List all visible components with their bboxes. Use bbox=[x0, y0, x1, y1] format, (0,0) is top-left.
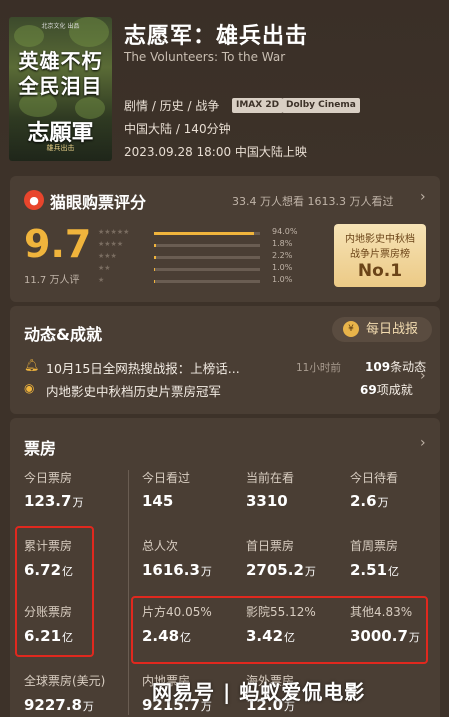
first-day-value: 2705.2万 bbox=[246, 561, 316, 579]
rating-bar-fill bbox=[154, 244, 156, 247]
medal-icon: ◉ bbox=[24, 381, 35, 395]
first-day-label: 首日票房 bbox=[246, 539, 295, 553]
boxoffice-title: 票房 bbox=[24, 439, 57, 458]
badge-line-1: 内地影史中秋档 bbox=[345, 234, 415, 245]
rating-stats: 33.4 万人想看 1613.3 万人看过 bbox=[232, 195, 394, 208]
news-item-text: 10月15日全网热搜战报：上榜话... bbox=[46, 361, 240, 376]
today-watched-label: 今日看过 bbox=[142, 471, 191, 485]
rating-percent: 94.0% bbox=[272, 227, 298, 236]
movie-title: 志愿军：雄兵出击 bbox=[124, 24, 309, 49]
poster-subtitle: 雄兵出击 bbox=[46, 144, 75, 152]
rating-bar-fill bbox=[154, 232, 254, 235]
rating-bar-fill bbox=[154, 256, 157, 259]
column-divider bbox=[128, 470, 129, 715]
star-icon: ★ bbox=[98, 276, 105, 284]
star-icon: ★★★★★ bbox=[98, 228, 130, 236]
news-item[interactable]: ◉ 内地影史中秋档历史片票房冠军 bbox=[24, 381, 344, 399]
rating-percent: 2.2% bbox=[272, 251, 293, 260]
chevron-right-icon[interactable]: › bbox=[420, 189, 426, 205]
rating-percent: 1.0% bbox=[272, 263, 293, 272]
movie-english-title: The Volunteers: To the War bbox=[124, 50, 286, 64]
dolby-tag: Dolby Cinema bbox=[282, 98, 360, 113]
rating-row-4: ★★★★ 1.8% bbox=[98, 239, 298, 251]
maoyan-cat-icon: ● bbox=[24, 190, 44, 210]
news-item-time: 11小时前 bbox=[296, 362, 341, 374]
news-card: 动态&成就 ¥ 每日战报 🔔︎ 10月15日全网热搜战报：上榜话... 11小时… bbox=[10, 306, 440, 414]
watermark: 网易号 | 蚂蚁爱侃电影 bbox=[152, 680, 366, 704]
imax-tag: IMAX 2D bbox=[232, 98, 284, 113]
today-boxoffice-value: 123.7万 bbox=[24, 492, 84, 510]
first-week-label: 首周票房 bbox=[350, 539, 399, 553]
star-icon: ★★★ bbox=[98, 252, 117, 260]
daily-report-label: 每日战报 bbox=[366, 322, 419, 337]
movie-poster[interactable]: 北京文化 出品 英雄不朽 全民泪目 志願軍 雄兵出击 bbox=[9, 17, 112, 161]
rating-row-1: ★ 1.0% bbox=[98, 275, 298, 287]
badge-rank: No.1 bbox=[357, 261, 403, 281]
rating-row-5: ★★★★★ 94.0% bbox=[98, 227, 298, 239]
total-admissions-value: 1616.3万 bbox=[142, 561, 212, 579]
chevron-right-icon[interactable]: › bbox=[420, 368, 426, 384]
today-boxoffice-label: 今日票房 bbox=[24, 471, 73, 485]
highlight-box-split bbox=[131, 596, 428, 664]
news-title: 动态&成就 bbox=[24, 325, 102, 344]
highlight-box-total bbox=[15, 526, 94, 657]
rating-count: 11.7 万人评 bbox=[24, 275, 80, 286]
rating-percent: 1.0% bbox=[272, 275, 293, 284]
first-week-value: 2.51亿 bbox=[350, 561, 400, 579]
boxoffice-card: 票房 › 今日票房 123.7万 今日看过 145 当前在看 3310 今日待看… bbox=[10, 418, 440, 717]
bell-icon: 🔔︎ bbox=[24, 358, 40, 372]
today-pending-value: 2.6万 bbox=[350, 492, 389, 510]
movie-region-runtime: 中国大陆 / 140分钟 bbox=[124, 122, 231, 136]
rating-row-3: ★★★ 2.2% bbox=[98, 251, 298, 263]
rating-title: 猫眼购票评分 bbox=[50, 193, 147, 212]
star-icon: ★★★★ bbox=[98, 240, 124, 248]
daily-report-button[interactable]: ¥ 每日战报 bbox=[332, 317, 432, 342]
now-watching-label: 当前在看 bbox=[246, 471, 295, 485]
achievement-count[interactable]: 69项成就 bbox=[360, 381, 413, 398]
poster-slogan-2: 全民泪目 bbox=[18, 74, 103, 98]
rating-card[interactable]: ● 猫眼购票评分 33.4 万人想看 1613.3 万人看过 › 9.7 11.… bbox=[10, 176, 440, 302]
today-pending-label: 今日待看 bbox=[350, 471, 399, 485]
total-admissions-label: 总人次 bbox=[142, 539, 179, 553]
news-count[interactable]: 109条动态 bbox=[365, 358, 426, 375]
global-boxoffice-label: 全球票房(美元) bbox=[24, 674, 106, 688]
news-item-text: 内地影史中秋档历史片票房冠军 bbox=[46, 384, 222, 399]
rating-row-2: ★★ 1.0% bbox=[98, 263, 298, 275]
rating-percent: 1.8% bbox=[272, 239, 293, 248]
movie-genre: 剧情 / 历史 / 战争 bbox=[124, 99, 220, 113]
poster-studio-text: 北京文化 出品 bbox=[41, 23, 80, 30]
today-watched-value: 145 bbox=[142, 492, 174, 510]
rating-bar-fill bbox=[154, 280, 156, 283]
movie-release-date: 2023.09.28 18:00 中国大陆上映 bbox=[124, 145, 307, 159]
movie-header: 北京文化 出品 英雄不朽 全民泪目 志願軍 雄兵出击 志愿军：雄兵出击 The … bbox=[0, 0, 449, 172]
rating-bar-fill bbox=[154, 268, 156, 271]
now-watching-value: 3310 bbox=[246, 492, 288, 510]
medal-icon: ¥ bbox=[343, 321, 359, 337]
global-boxoffice-value: 9227.8万 bbox=[24, 696, 94, 714]
ranking-badge[interactable]: 内地影史中秋档 战争片票房榜 No.1 bbox=[334, 224, 426, 287]
chevron-right-icon[interactable]: › bbox=[420, 435, 426, 451]
news-item[interactable]: 🔔︎ 10月15日全网热搜战报：上榜话... 11小时前 bbox=[24, 358, 344, 376]
star-icon: ★★ bbox=[98, 264, 111, 272]
badge-line-2: 战争片票房榜 bbox=[350, 249, 410, 260]
rating-score: 9.7 bbox=[24, 222, 92, 266]
